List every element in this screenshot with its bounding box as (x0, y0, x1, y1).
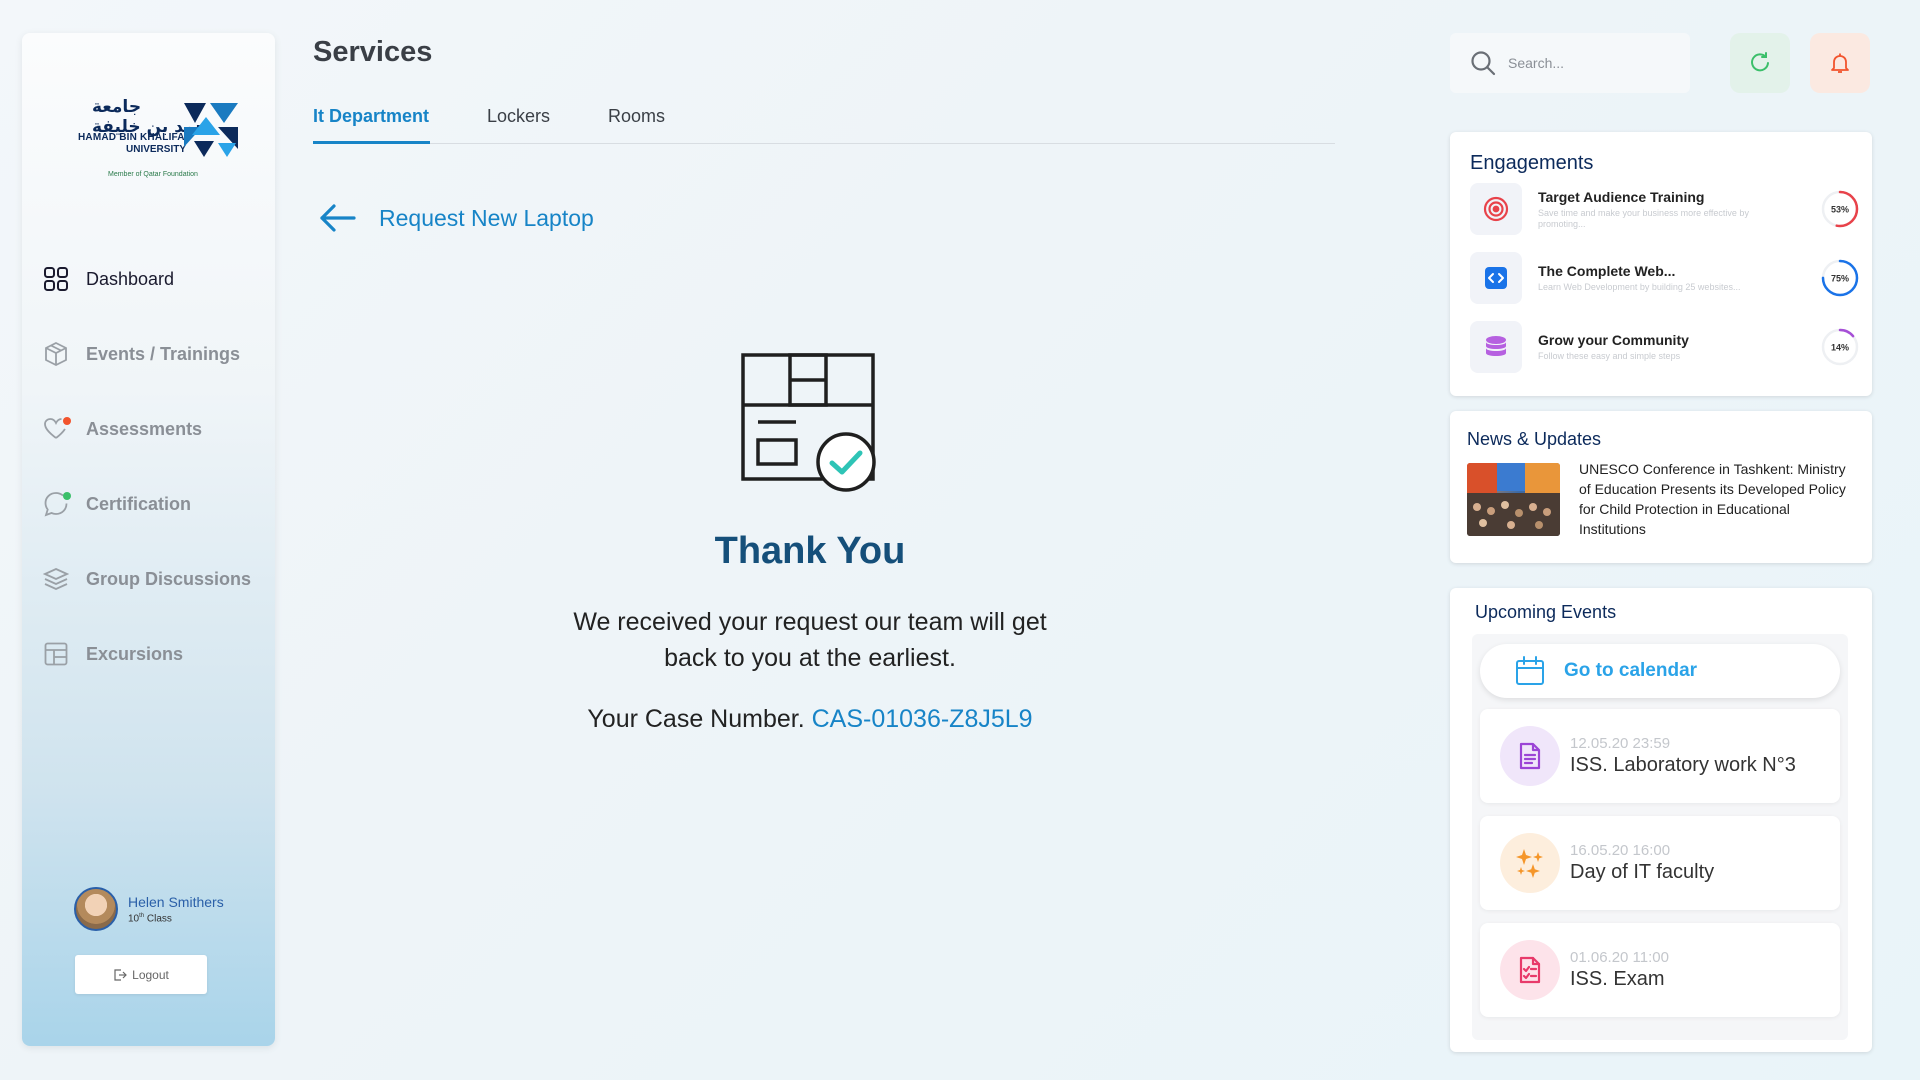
logout-button[interactable]: Logout (75, 955, 207, 994)
engagement-subtitle: Follow these easy and simple steps (1538, 351, 1681, 361)
avatar (74, 887, 118, 931)
refresh-button[interactable] (1730, 33, 1790, 93)
upcoming-events-card: Upcoming Events Go to calendar 12.05.20 … (1450, 588, 1872, 1052)
case-number-line: Your Case Number. CAS-01036-Z8J5L9 (510, 705, 1110, 734)
layout-icon (42, 640, 70, 668)
sidebar-item-certification[interactable]: Certification (42, 484, 257, 524)
logo-english-line1: HAMAD BIN KHALIFA (78, 132, 185, 143)
engagements-card: Engagements Target Audience Training Sav… (1450, 132, 1872, 396)
engagement-subtitle: Learn Web Development by building 25 web… (1538, 282, 1741, 292)
refresh-icon (1751, 52, 1769, 72)
sidebar-item-group-discussions[interactable]: Group Discussions (42, 559, 257, 599)
logo-member-text: Member of Qatar Foundation (108, 171, 198, 178)
checklist-icon (1500, 940, 1560, 1000)
event-item[interactable]: 01.06.20 11:00 ISS. Exam (1480, 923, 1840, 1017)
thank-you-heading: Thank You (714, 530, 906, 572)
news-card: News & Updates UNESCO Conference in Tash… (1450, 411, 1872, 563)
news-thumbnail[interactable] (1467, 463, 1560, 536)
svg-text:14%: 14% (1831, 343, 1849, 353)
calendar-icon (1516, 656, 1544, 685)
go-to-calendar-button[interactable]: Go to calendar (1480, 644, 1840, 698)
progress-ring: 53% (1821, 190, 1859, 228)
engagement-title: The Complete Web... (1538, 263, 1676, 279)
svg-text:53%: 53% (1831, 205, 1849, 215)
engagement-item[interactable]: The Complete Web... Learn Web Developmen… (1470, 248, 1860, 308)
database-icon (1470, 321, 1522, 373)
confirmation-message: We received your request our team will g… (573, 608, 1047, 672)
document-icon (1500, 726, 1560, 786)
sidebar-item-label: Events / Trainings (86, 343, 241, 364)
progress-ring: 14% (1821, 328, 1859, 366)
service-tabs: It Department Lockers Rooms (313, 102, 1335, 144)
sidebar-item-assessments[interactable]: Assessments (42, 409, 257, 449)
case-number-label: Your Case Number. (587, 705, 805, 733)
back-arrow-icon[interactable] (318, 200, 358, 236)
tab-lockers[interactable]: Lockers (487, 106, 550, 127)
sidebar-item-label: Dashboard (86, 268, 175, 289)
sidebar-item-excursions[interactable]: Excursions (42, 634, 257, 674)
chat-icon (42, 490, 71, 518)
search-icon (1471, 51, 1496, 76)
sidebar: جامعة حمد بن خليفة HAMAD BIN KHALIFA UNIV… (22, 33, 275, 1046)
user-name: Helen Smithers (128, 893, 224, 910)
engagement-item[interactable]: Grow your Community Follow these easy an… (1470, 317, 1860, 377)
news-title: News & Updates (1467, 429, 1602, 449)
event-item[interactable]: 12.05.20 23:59 ISS. Laboratory work N°3 (1480, 709, 1840, 803)
notifications-button[interactable] (1810, 33, 1870, 93)
case-number[interactable]: CAS-01036-Z8J5L9 (812, 705, 1033, 733)
tab-it-department[interactable]: It Department (313, 106, 429, 127)
news-headline[interactable]: UNESCO Conference in Tashkent: Ministry … (1579, 459, 1859, 539)
engagement-title: Grow your Community (1538, 332, 1689, 348)
tab-rooms[interactable]: Rooms (608, 106, 665, 127)
bell-icon (1831, 53, 1849, 73)
search-bar (1450, 33, 1690, 93)
sidebar-item-label: Excursions (86, 643, 184, 664)
events-list: Go to calendar 12.05.20 23:59 ISS. Labor… (1472, 634, 1848, 1040)
grid-icon (42, 265, 70, 293)
sidebar-item-label: Assessments (86, 418, 203, 439)
user-class: 10th Class (128, 912, 172, 925)
sidebar-item-label: Certification (86, 493, 192, 514)
event-name: ISS. Exam (1570, 968, 1665, 990)
search-input[interactable] (1508, 55, 1678, 71)
events-title: Upcoming Events (1475, 602, 1617, 622)
user-profile[interactable]: Helen Smithers 10th Class (74, 887, 224, 931)
request-title: Request New Laptop (379, 205, 594, 231)
event-date: 12.05.20 23:59 (1570, 735, 1671, 752)
code-icon (1470, 252, 1522, 304)
engagement-subtitle: Save time and make your business more ef… (1538, 207, 1749, 229)
engagement-item[interactable]: Target Audience Training Save time and m… (1470, 179, 1860, 239)
event-item[interactable]: 16.05.20 16:00 Day of IT faculty (1480, 816, 1840, 910)
package-check-icon (741, 353, 876, 492)
notification-dot (63, 492, 71, 500)
sidebar-item-dashboard[interactable]: Dashboard (42, 259, 257, 299)
logout-icon (114, 968, 127, 981)
sidebar-item-label: Group Discussions (86, 568, 252, 589)
sparkles-icon (1500, 833, 1560, 893)
logo-english-line2: UNIVERSITY (126, 144, 187, 155)
progress-ring: 75% (1821, 259, 1859, 297)
sidebar-item-events-trainings[interactable]: Events / Trainings (42, 334, 257, 374)
engagements-title: Engagements (1470, 152, 1594, 174)
box-icon (42, 340, 70, 368)
page-title: Services (313, 36, 433, 68)
active-tab-indicator (313, 141, 430, 144)
logo-mark-icon (184, 103, 238, 157)
engagement-title: Target Audience Training (1538, 188, 1705, 205)
target-icon (1470, 183, 1522, 235)
logout-label: Logout (132, 967, 169, 982)
calendar-label: Go to calendar (1564, 660, 1698, 681)
event-date: 01.06.20 11:00 (1570, 949, 1669, 966)
event-date: 16.05.20 16:00 (1570, 842, 1671, 859)
event-name: ISS. Laboratory work N°3 (1570, 754, 1796, 776)
event-name: Day of IT faculty (1570, 861, 1715, 883)
layers-icon (42, 565, 70, 593)
svg-text:75%: 75% (1831, 274, 1849, 284)
notification-dot (63, 417, 71, 425)
heart-icon (42, 415, 71, 443)
university-logo[interactable]: جامعة حمد بن خليفة HAMAD BIN KHALIFA UNIV… (52, 63, 242, 193)
